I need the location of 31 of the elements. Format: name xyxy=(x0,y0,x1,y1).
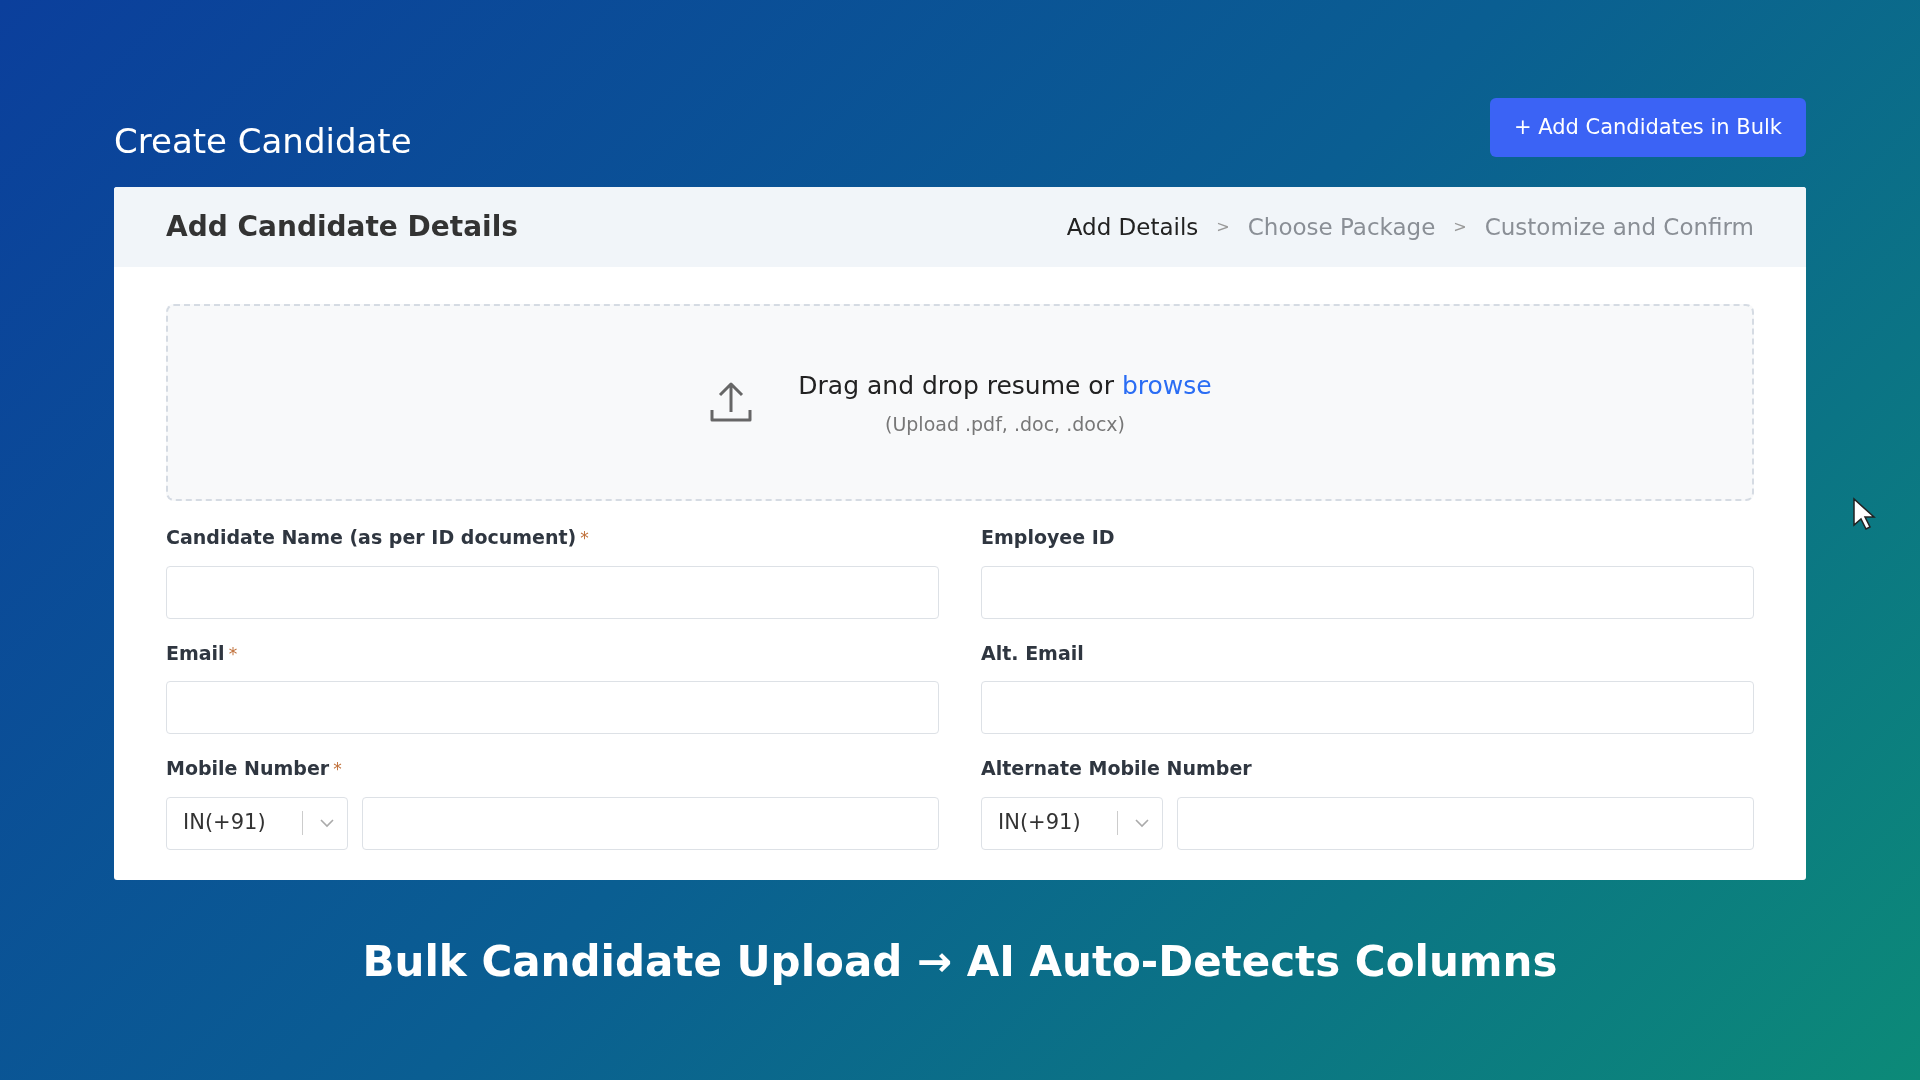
add-bulk-button[interactable]: + Add Candidates in Bulk xyxy=(1489,98,1806,157)
step-separator: > xyxy=(1216,216,1230,238)
card-title: Add Candidate Details xyxy=(166,209,518,245)
field-label: Candidate Name (as per ID document) xyxy=(166,525,577,550)
browse-link[interactable]: browse xyxy=(1121,370,1212,400)
input-field[interactable] xyxy=(166,565,939,619)
input-field[interactable] xyxy=(166,681,939,734)
upload-instruction: Drag and drop resume or browse xyxy=(798,369,1212,402)
required-mark: * xyxy=(333,758,342,781)
country-select[interactable]: IN(+91) xyxy=(981,796,1163,850)
upload-dropzone[interactable]: Drag and drop resume or browse (Upload .pdf, .doc, .docx) xyxy=(166,304,1754,501)
field-label: Alt. Email xyxy=(981,640,1084,666)
page-title: Create Candidate xyxy=(114,120,412,163)
input-field[interactable] xyxy=(981,565,1754,619)
required-mark: * xyxy=(228,642,238,666)
input-field[interactable] xyxy=(1177,796,1754,850)
chevron-down-icon xyxy=(319,818,335,828)
input-field[interactable] xyxy=(981,681,1754,734)
field-label: Mobile Number xyxy=(166,756,330,781)
chevron-down-icon xyxy=(1134,818,1150,828)
required-mark: * xyxy=(580,527,589,550)
caption: Bulk Candidate Upload → AI Auto-Detects Columns xyxy=(362,935,1558,988)
field-label: Email xyxy=(166,640,225,666)
input-field[interactable] xyxy=(362,796,939,850)
field-label: Alternate Mobile Number xyxy=(981,756,1252,781)
upload-hint: (Upload .pdf, .doc, .docx) xyxy=(884,412,1125,437)
step-label[interactable]: Add Details xyxy=(1066,209,1199,245)
mouse-cursor-icon xyxy=(1852,497,1876,531)
step-separator: > xyxy=(1453,216,1467,238)
country-select[interactable]: IN(+91) xyxy=(166,796,348,850)
field-label: Employee ID xyxy=(981,525,1115,550)
